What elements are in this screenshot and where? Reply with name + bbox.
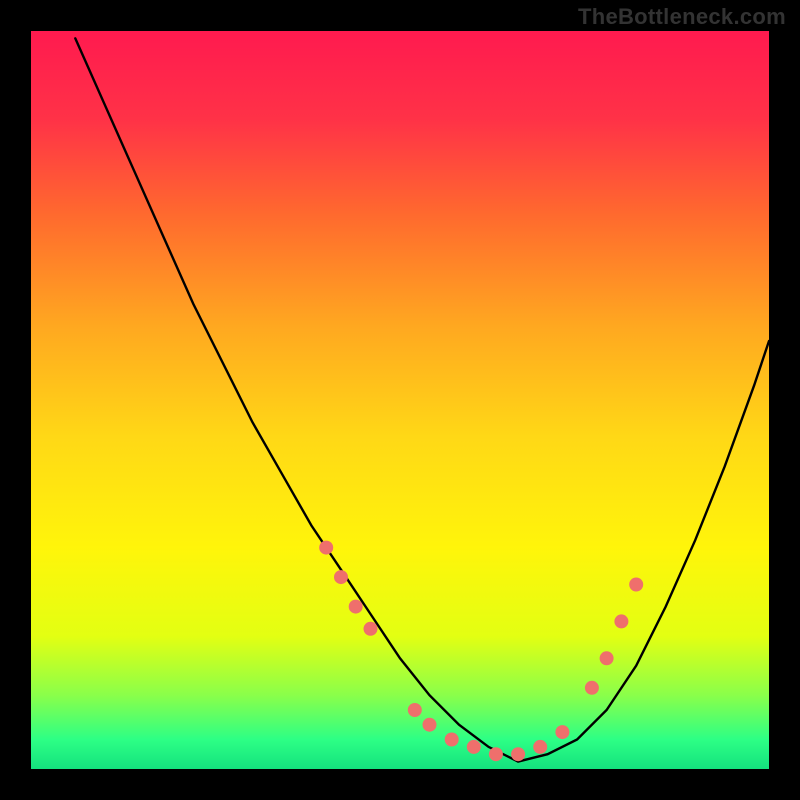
highlight-point [614, 614, 628, 628]
highlight-point [408, 703, 422, 717]
highlight-point [533, 740, 547, 754]
highlight-point [555, 725, 569, 739]
highlight-point [364, 622, 378, 636]
highlight-point [489, 747, 503, 761]
chart-frame: TheBottleneck.com [0, 0, 800, 800]
highlight-point [629, 578, 643, 592]
highlight-point [334, 570, 348, 584]
highlight-point [319, 541, 333, 555]
highlight-point [467, 740, 481, 754]
highlight-point [349, 600, 363, 614]
highlight-point [585, 681, 599, 695]
watermark-text: TheBottleneck.com [578, 4, 786, 30]
highlight-point [445, 733, 459, 747]
highlight-point [600, 651, 614, 665]
highlight-point [423, 718, 437, 732]
bottleneck-chart [0, 0, 800, 800]
highlight-point [511, 747, 525, 761]
